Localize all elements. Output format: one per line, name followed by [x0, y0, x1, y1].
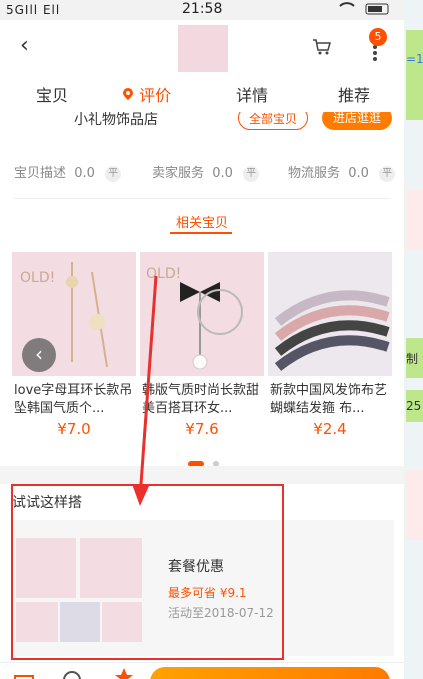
chat-icon[interactable] — [62, 667, 82, 679]
side-pink-strip — [406, 190, 423, 250]
side-green-strip — [406, 30, 423, 120]
side-window: =1 制 25 — [404, 0, 423, 679]
favorite-star-icon[interactable] — [114, 666, 134, 679]
buy-button[interactable] — [150, 667, 390, 679]
annotation-arrow-icon — [132, 275, 158, 506]
shop-icon[interactable] — [14, 669, 34, 679]
side-pink-strip — [406, 470, 423, 540]
side-text: 制 — [406, 352, 419, 366]
phone-screen: 5GIll Ell 21:58 ‹ 5 宝贝 评价 详情 推荐 小礼物饰品店 全… — [0, 0, 404, 679]
bottom-bar — [0, 662, 404, 679]
side-text: 25 — [406, 399, 422, 413]
side-text: =1 — [406, 52, 423, 66]
